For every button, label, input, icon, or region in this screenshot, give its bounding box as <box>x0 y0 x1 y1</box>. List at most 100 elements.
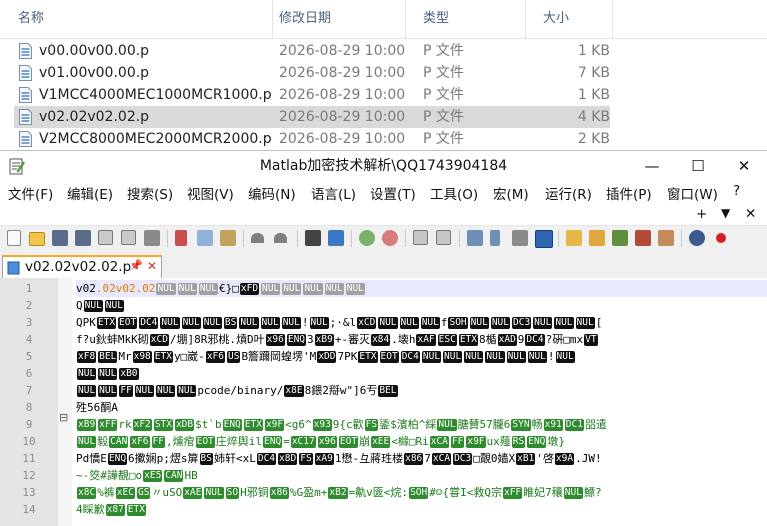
control-character-token: NUL <box>77 436 97 448</box>
code-line[interactable]: ~-筊#譁覩□o xE5 CAN HB <box>76 467 767 484</box>
new-tab-plus-icon[interactable]: + <box>696 206 707 222</box>
code-line[interactable]: NUL 毅 CAN xF6 FF ,燻痯 EOT 庄焠舆il ENQ = xC17 x96 EOT 崩 xE… <box>76 433 767 450</box>
file-row[interactable]: v01.00v00.00.p 2026-08-29 10:00 P 文件 7 K… <box>14 62 610 84</box>
paste-icon[interactable] <box>220 230 236 246</box>
menu-plugins[interactable]: 插件(P) <box>606 183 652 203</box>
code-line[interactable]: 殅56酮A <box>76 399 767 416</box>
close-tab-icon[interactable]: ✕ <box>147 259 157 273</box>
line-number: 14 <box>22 503 36 516</box>
file-row[interactable]: V1MCC4000MEC1000MCR1000.p 2026-08-29 10:… <box>14 84 610 106</box>
file-row-selected[interactable]: v02.02v02.02.p 2026-08-29 10:00 P 文件 4 K… <box>14 106 610 128</box>
control-character-token: xE5 <box>143 470 163 482</box>
close-all-icon[interactable] <box>121 230 136 245</box>
control-character-token: NUL <box>77 385 97 397</box>
menu-encoding[interactable]: 编码(N) <box>248 183 296 203</box>
column-header-type[interactable]: 类型 <box>405 0 525 38</box>
menu-macro[interactable]: 宏(M) <box>493 183 529 203</box>
folder-workspace-icon[interactable] <box>612 230 628 246</box>
close-window-button[interactable]: ✕ <box>721 151 767 181</box>
menu-edit[interactable]: 编辑(E) <box>67 183 113 203</box>
code-line[interactable]: xF8 BEL Mr x98 ETX y□崴-xF6 US B簷躎岡蝗塄'M xDD 7PK ETX… <box>76 348 767 365</box>
eye-icon[interactable] <box>689 230 705 246</box>
column-divider[interactable] <box>612 0 613 38</box>
file-row[interactable]: v00.00v00.00.p 2026-08-29 10:00 P 文件 1 K… <box>14 40 610 62</box>
replace-icon[interactable] <box>328 230 344 246</box>
code-line[interactable]: f?u鈥蚌MkK砌 xCD/堋]8R邪桃.熕D叶 x96 ENQ 3 xB9 +-審灭 x84… <box>76 331 767 348</box>
control-character-token: GS <box>136 487 151 499</box>
file-row[interactable]: V2MCC8000MEC2000MCR2000.p 2026-08-29 10:… <box>14 128 610 150</box>
save-icon[interactable] <box>52 230 68 246</box>
maximize-button[interactable]: ☐ <box>675 151 721 181</box>
code-line[interactable]: NUL NUL xB0 <box>76 365 767 382</box>
menu-file[interactable]: 文件(F) <box>8 183 53 203</box>
menu-tools[interactable]: 工具(O) <box>430 183 478 203</box>
file-name: V1MCC4000MEC1000MCR1000.p <box>39 87 272 103</box>
column-header-size[interactable]: 大小 <box>525 0 625 38</box>
menu-view[interactable]: 视图(V) <box>187 183 234 203</box>
monitoring-icon[interactable] <box>635 230 651 246</box>
save-all-icon[interactable] <box>75 230 91 246</box>
control-character-token: BEL <box>378 385 398 397</box>
control-character-token: xCA <box>431 453 452 465</box>
word-wrap-icon[interactable] <box>467 230 483 246</box>
control-character-token: x8E <box>284 385 304 397</box>
column-header-name[interactable]: 名称 <box>0 0 272 38</box>
menu-help[interactable]: ? <box>733 183 740 199</box>
code-line[interactable]: x8C %裤 xEC GS 〃uSO xAE NUL SO H邪铜 x86 %G盈m+ xB2 =鼽v匳… <box>76 484 767 501</box>
control-character-token: x86 <box>269 487 289 499</box>
code-line[interactable]: v02.02v02.02 NUL NUL NUL €}□ xFD NUL NUL NUL NUL N… <box>76 280 767 297</box>
tab-active-document[interactable]: v02.02v02.02.p 📌 ✕ <box>2 255 162 278</box>
document-map-icon[interactable] <box>566 230 582 246</box>
function-list-icon[interactable] <box>589 230 605 246</box>
open-file-icon[interactable] <box>29 232 45 246</box>
new-file-icon[interactable] <box>7 230 21 246</box>
copy-icon[interactable] <box>197 230 213 246</box>
tab-list-dropdown-icon[interactable]: ▼ <box>721 206 730 220</box>
close-icon[interactable] <box>98 230 113 245</box>
sync-vertical-icon[interactable] <box>413 230 428 245</box>
control-character-token: NUL <box>98 385 118 397</box>
minimize-button[interactable]: — <box>629 151 675 181</box>
control-character-token: SO <box>225 487 240 499</box>
code-line[interactable]: xB9 xFF rk xF2 STX xDB $t`b ENQ ETX x9F <g6^ x93 9{c… <box>76 416 767 433</box>
indent-guide-icon[interactable] <box>512 230 528 246</box>
cut-icon[interactable] <box>175 230 187 246</box>
zoom-out-icon[interactable] <box>382 230 398 246</box>
column-header-date[interactable]: 修改日期 <box>261 0 401 38</box>
menu-search[interactable]: 搜索(S) <box>127 183 173 203</box>
code-line[interactable]: 4睬歉 x87 ETX <box>76 501 767 518</box>
control-character-token: NUL <box>437 419 457 431</box>
menu-settings[interactable]: 设置(T) <box>370 183 416 203</box>
title-bar[interactable]: Matlab加密技术解析\QQ1743904184 — ☐ ✕ <box>0 151 767 181</box>
menu-window[interactable]: 窗口(W) <box>667 183 718 203</box>
code-line[interactable]: Pd憍E ENQ 6擹娴p;熤s箳 BS 姉轩<xL DC4 x8D FS xA9 1懋-彑蔣珄楼… <box>76 450 767 467</box>
control-character-token: BS <box>223 317 238 329</box>
menu-run[interactable]: 运行(R) <box>545 183 592 203</box>
code-line[interactable]: NUL NUL FF NUL NUL NUL pcode/binary/x8E 8鍡2搿w"]… <box>76 382 767 399</box>
undo-icon[interactable] <box>251 233 264 243</box>
code-line[interactable]: Q NUL NUL <box>76 297 767 314</box>
fold-marker-icon[interactable]: ⊟ <box>59 411 68 424</box>
menu-language[interactable]: 语言(L) <box>311 183 356 203</box>
record-macro-icon[interactable] <box>658 230 674 246</box>
code-line[interactable]: QPK ETX EOT DC4 NUL NUL NUL BS NUL NUL NUL! NUL ;·&l… <box>76 314 767 331</box>
zoom-in-icon[interactable] <box>359 230 375 246</box>
code-editor[interactable]: 1 2 3 4 5 6 7 8 9 10 11 12 13 14 ⊟ v02.02v02.02 NUL NUL… <box>0 278 767 526</box>
redo-icon[interactable] <box>274 233 287 243</box>
toolbar-separator <box>297 230 298 247</box>
control-character-token: US <box>226 351 241 363</box>
close-document-icon[interactable]: ✕ <box>745 206 756 222</box>
sync-horizontal-icon[interactable] <box>436 230 451 245</box>
control-character-token: NUL <box>527 351 547 363</box>
pin-icon[interactable]: 📌 <box>129 259 143 272</box>
find-icon[interactable] <box>305 230 321 246</box>
show-all-characters-icon[interactable] <box>490 230 500 246</box>
file-size: 4 KB <box>577 109 610 125</box>
print-icon[interactable] <box>144 230 160 246</box>
control-character-token: ESC <box>437 334 457 346</box>
record-icon[interactable] <box>716 233 726 243</box>
language-icon[interactable] <box>535 230 553 248</box>
control-character-token: ETX <box>243 419 263 431</box>
control-character-token: DC1 <box>564 419 584 431</box>
control-character-token: x8D <box>278 453 298 465</box>
